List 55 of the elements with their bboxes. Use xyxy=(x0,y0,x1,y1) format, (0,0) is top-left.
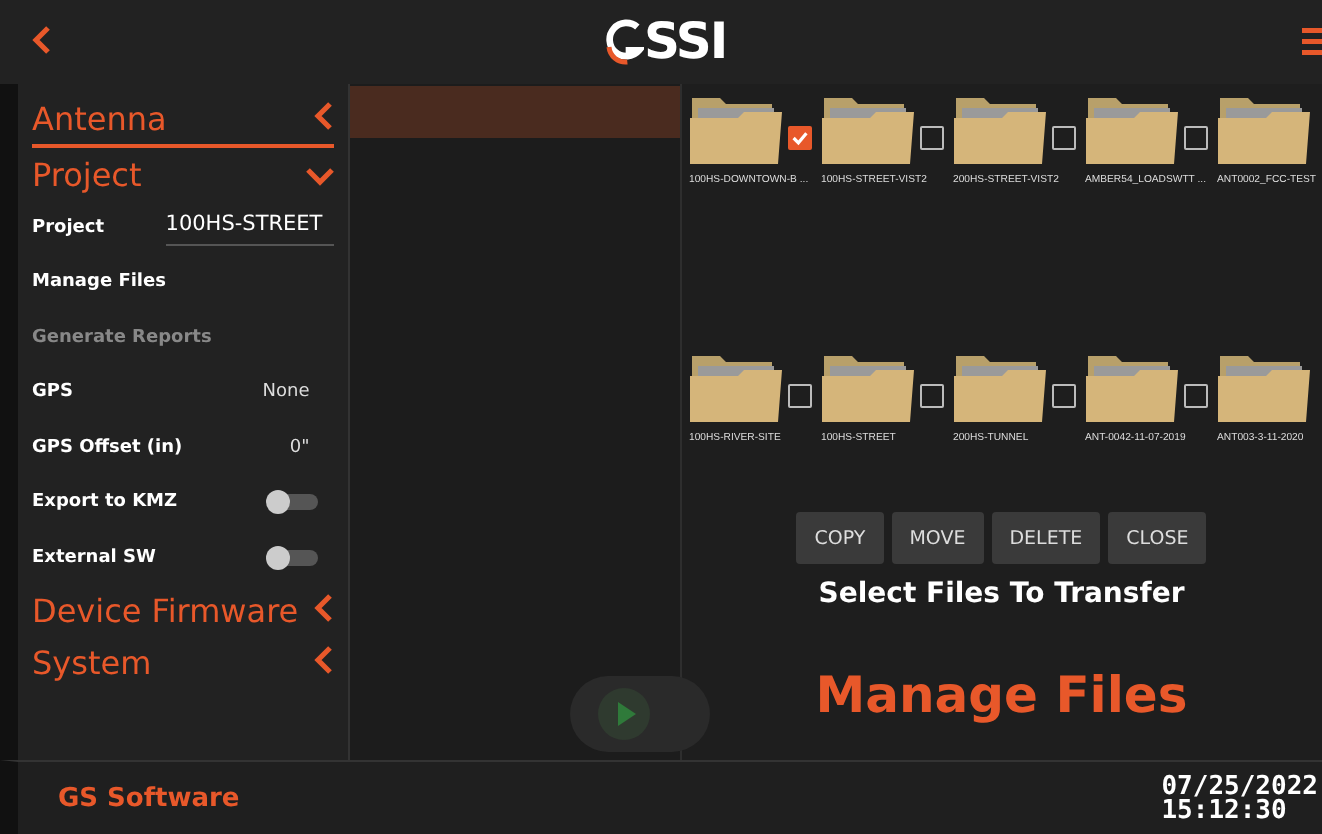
chevron-icon[interactable] xyxy=(305,165,334,185)
folder-icon[interactable] xyxy=(689,350,781,426)
section-header[interactable]: Project xyxy=(32,148,334,200)
app-name: GS Software xyxy=(58,784,240,814)
field-label: Project xyxy=(32,217,105,238)
section-title: Project xyxy=(32,155,142,193)
setting-label: External SW xyxy=(32,547,156,568)
chevron-icon[interactable] xyxy=(313,594,334,622)
action-button[interactable]: COPY xyxy=(796,512,884,564)
checkbox[interactable] xyxy=(1051,384,1075,408)
toggle-switch[interactable] xyxy=(265,490,318,515)
section-header[interactable]: Device Firmware xyxy=(32,585,334,637)
section-header[interactable]: System xyxy=(32,637,334,689)
date-text: 07/25/2022 xyxy=(1161,775,1318,799)
menu-icon[interactable] xyxy=(1302,28,1322,56)
menu-link[interactable]: Manage Files xyxy=(32,272,166,293)
section-title: Device Firmware xyxy=(32,592,299,630)
folder-icon[interactable] xyxy=(1085,92,1177,168)
action-button[interactable]: DELETE xyxy=(991,512,1101,564)
checkbox[interactable] xyxy=(787,384,811,408)
toggle-switch[interactable] xyxy=(265,545,318,570)
folder-icon[interactable] xyxy=(689,92,781,168)
checkbox[interactable] xyxy=(919,126,943,150)
back-icon[interactable] xyxy=(32,25,52,53)
section-title: Antenna xyxy=(32,99,167,137)
checkbox[interactable] xyxy=(919,384,943,408)
action-button[interactable]: MOVE xyxy=(891,512,984,564)
setting-label: GPS Offset (in) xyxy=(32,437,183,458)
setting-value: None xyxy=(262,382,310,403)
checkbox[interactable] xyxy=(1183,126,1207,150)
play-icon[interactable] xyxy=(597,688,650,740)
project-field[interactable]: 100HS-STREET xyxy=(165,208,334,247)
folder-icon[interactable] xyxy=(821,92,913,168)
section-title: System xyxy=(32,644,152,682)
folder-icon[interactable] xyxy=(953,350,1045,426)
panel-title: Manage Files xyxy=(815,666,1188,724)
setting-label: Export to KMZ xyxy=(32,492,178,513)
folder-icon[interactable] xyxy=(1217,350,1309,426)
checkbox[interactable] xyxy=(1051,126,1075,150)
checkbox[interactable] xyxy=(1183,384,1207,408)
folder-icon[interactable] xyxy=(1217,92,1309,168)
chevron-icon[interactable] xyxy=(313,101,334,129)
folder-icon[interactable] xyxy=(953,92,1045,168)
action-button[interactable]: CLOSE xyxy=(1108,512,1207,564)
setting-label: GPS xyxy=(32,382,73,403)
setting-value: 0" xyxy=(289,437,310,458)
checkbox[interactable] xyxy=(787,126,811,150)
logo-icon xyxy=(604,15,644,67)
logo-text: SSI xyxy=(644,12,727,70)
section-header[interactable]: Antenna xyxy=(32,92,334,148)
time-text: 15:12:30 xyxy=(1161,799,1287,823)
chevron-icon[interactable] xyxy=(313,646,334,674)
folder-icon[interactable] xyxy=(821,350,913,426)
folder-icon[interactable] xyxy=(1085,350,1177,426)
instruction-text: Select Files To Transfer xyxy=(818,578,1185,610)
